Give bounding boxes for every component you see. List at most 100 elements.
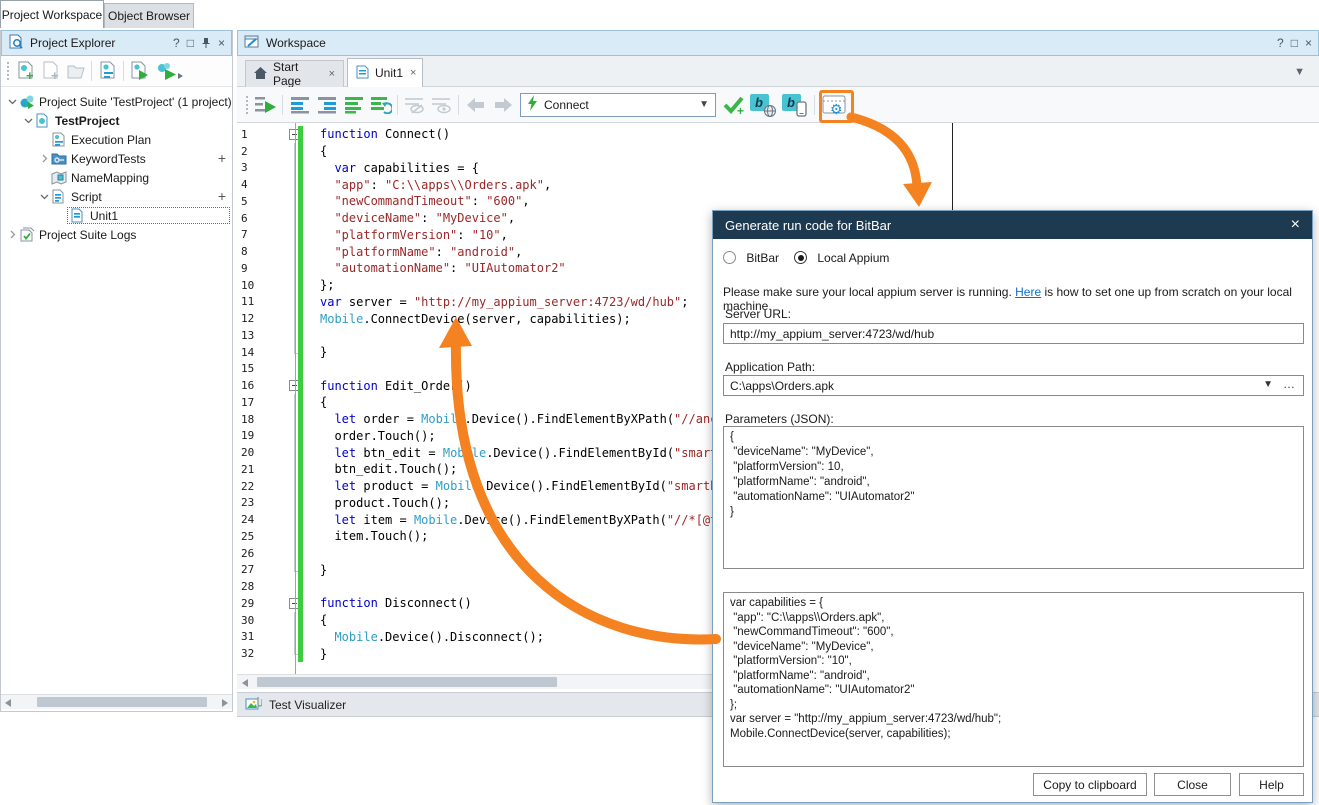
tree-item-project-suite-testproject-1-project-[interactable]: Project Suite 'TestProject' (1 project): [1, 92, 232, 111]
chevron-collapsed-icon[interactable]: [5, 229, 19, 241]
project-tree: Project Suite 'TestProject' (1 project)T…: [1, 88, 232, 692]
browse-ellipsis-button[interactable]: …: [1283, 377, 1295, 391]
help-icon[interactable]: ?: [1277, 37, 1284, 49]
chevron-down-icon[interactable]: ▼: [1263, 379, 1273, 390]
line-number: 27: [237, 563, 283, 576]
chevron-expanded-icon[interactable]: [21, 115, 35, 127]
code-line[interactable]: 2{: [237, 143, 952, 160]
maximize-icon[interactable]: □: [1291, 37, 1298, 49]
scroll-right-icon[interactable]: [222, 699, 228, 707]
line-number: 5: [237, 195, 283, 208]
code-line[interactable]: 1function Connect(): [237, 126, 952, 143]
navigate-forward-icon-disabled[interactable]: [489, 92, 516, 118]
close-icon[interactable]: ×: [218, 37, 225, 49]
close-button[interactable]: Close: [1154, 773, 1231, 796]
code-text: }: [307, 563, 327, 577]
add-new-project-button[interactable]: +: [13, 59, 38, 83]
hide-comments-icon-disabled[interactable]: [401, 92, 428, 118]
code-text: {: [307, 395, 327, 409]
close-tab-icon[interactable]: ×: [329, 68, 335, 80]
chevron-expanded-icon[interactable]: [5, 96, 19, 108]
dialog-close-icon[interactable]: ×: [1291, 216, 1300, 234]
run-project-suite-button[interactable]: [152, 59, 186, 83]
radio-local-appium[interactable]: Local Appium: [794, 251, 889, 265]
tab-project-workspace[interactable]: Project Workspace: [0, 0, 104, 28]
tree-item-unit1[interactable]: Unit1: [1, 206, 232, 225]
tree-item-namemapping[interactable]: NameMapping: [1, 168, 232, 187]
toolbar-grip[interactable]: [6, 61, 10, 81]
run-project-button[interactable]: [127, 59, 152, 83]
tab-unit1-label: Unit1: [375, 66, 403, 80]
tree-item-keywordtests[interactable]: KeywordTests+: [1, 149, 232, 168]
project-explorer-hscrollbar[interactable]: [1, 694, 232, 709]
parameters-json-textarea[interactable]: { "deviceName": "MyDevice", "platformVer…: [723, 426, 1304, 569]
tab-object-browser[interactable]: Object Browser: [104, 3, 194, 28]
server-url-input[interactable]: http://my_appium_server:4723/wd/hub: [723, 323, 1304, 344]
generate-mobile-run-code-button[interactable]: b: [779, 92, 811, 118]
run-routine-button[interactable]: [252, 92, 279, 118]
scroll-left-icon[interactable]: [242, 679, 248, 687]
show-comments-icon-disabled[interactable]: [428, 92, 455, 118]
close-icon[interactable]: ×: [1305, 37, 1312, 49]
help-icon[interactable]: ?: [173, 37, 180, 49]
radio-bitbar[interactable]: BitBar: [723, 251, 779, 265]
code-line[interactable]: 5 "newCommandTimeout": "600",: [237, 193, 952, 210]
tree-item-script[interactable]: Script+: [1, 187, 232, 206]
chevron-collapsed-icon[interactable]: [37, 153, 51, 165]
tab-list-dropdown-icon[interactable]: ▼: [1294, 66, 1305, 78]
syntax-check-button[interactable]: +: [720, 92, 747, 118]
add-existing-item-button-disabled[interactable]: [63, 59, 88, 83]
add-item-button[interactable]: +: [218, 188, 226, 204]
format-revert-icon[interactable]: [367, 92, 394, 118]
pin-icon[interactable]: [201, 37, 211, 50]
add-new-item-button-disabled[interactable]: +: [38, 59, 63, 83]
code-line[interactable]: 3 var capabilities = {: [237, 160, 952, 177]
svg-text:b: b: [755, 95, 763, 110]
code-text: }: [307, 345, 327, 359]
tab-start-page[interactable]: Start Page ×: [245, 60, 344, 87]
navigate-back-icon-disabled[interactable]: [462, 92, 489, 118]
routine-select-value: Connect: [544, 98, 589, 112]
scroll-left-icon[interactable]: [5, 699, 11, 707]
code-line[interactable]: 4 "app": "C:\\apps\\Orders.apk",: [237, 176, 952, 193]
here-link[interactable]: Here: [1015, 285, 1041, 299]
dialog-titlebar[interactable]: Generate run code for BitBar ×: [713, 211, 1312, 239]
application-path-combobox[interactable]: C:\apps\Orders.apk ▼ …: [723, 375, 1304, 396]
tab-unit1[interactable]: Unit1 ×: [347, 58, 423, 87]
scrollbar-thumb[interactable]: [257, 677, 557, 687]
tab-project-workspace-label: Project Workspace: [2, 8, 102, 22]
generate-crossbrowser-code-button[interactable]: b: [747, 92, 779, 118]
format-indent-right-icon[interactable]: [313, 92, 340, 118]
line-number: 32: [237, 647, 283, 660]
toolbar-grip[interactable]: [245, 95, 249, 115]
close-tab-icon[interactable]: ×: [410, 67, 416, 79]
tree-item-testproject[interactable]: TestProject: [1, 111, 232, 130]
line-number: 30: [237, 614, 283, 627]
line-number: 18: [237, 413, 283, 426]
highlight-box: [819, 90, 854, 123]
format-indent-left-icon[interactable]: [286, 92, 313, 118]
chevron-down-icon[interactable]: ▼: [699, 99, 709, 110]
maximize-icon[interactable]: □: [187, 37, 194, 49]
tree-item-project-suite-logs[interactable]: Project Suite Logs: [1, 225, 232, 244]
organize-tests-button[interactable]: [95, 59, 120, 83]
selected-item-box: Unit1: [67, 207, 230, 224]
help-button[interactable]: Help: [1239, 773, 1304, 796]
copy-to-clipboard-button[interactable]: Copy to clipboard: [1033, 773, 1147, 796]
scrollbar-thumb[interactable]: [37, 697, 207, 707]
radio-bitbar-circle[interactable]: [723, 251, 736, 264]
add-item-button[interactable]: +: [218, 150, 226, 166]
line-number: 19: [237, 429, 283, 442]
generated-code-textarea[interactable]: var capabilities = { "app": "C:\\apps\\O…: [723, 592, 1304, 767]
code-text: product.Touch();: [307, 496, 450, 510]
tree-item-label: Project Suite Logs: [39, 228, 136, 242]
format-all-icon[interactable]: [340, 92, 367, 118]
radio-local-appium-circle[interactable]: [794, 251, 807, 264]
chevron-expanded-icon[interactable]: [37, 191, 51, 203]
chevron-spacer: [53, 210, 67, 222]
tree-item-execution-plan[interactable]: Execution Plan: [1, 130, 232, 149]
line-number: 23: [237, 496, 283, 509]
routine-select-combobox[interactable]: Connect ▼: [520, 93, 716, 117]
code-text: function Disconnect(): [307, 596, 472, 610]
project-explorer-header: Project Explorer ? □ ×: [1, 30, 232, 56]
